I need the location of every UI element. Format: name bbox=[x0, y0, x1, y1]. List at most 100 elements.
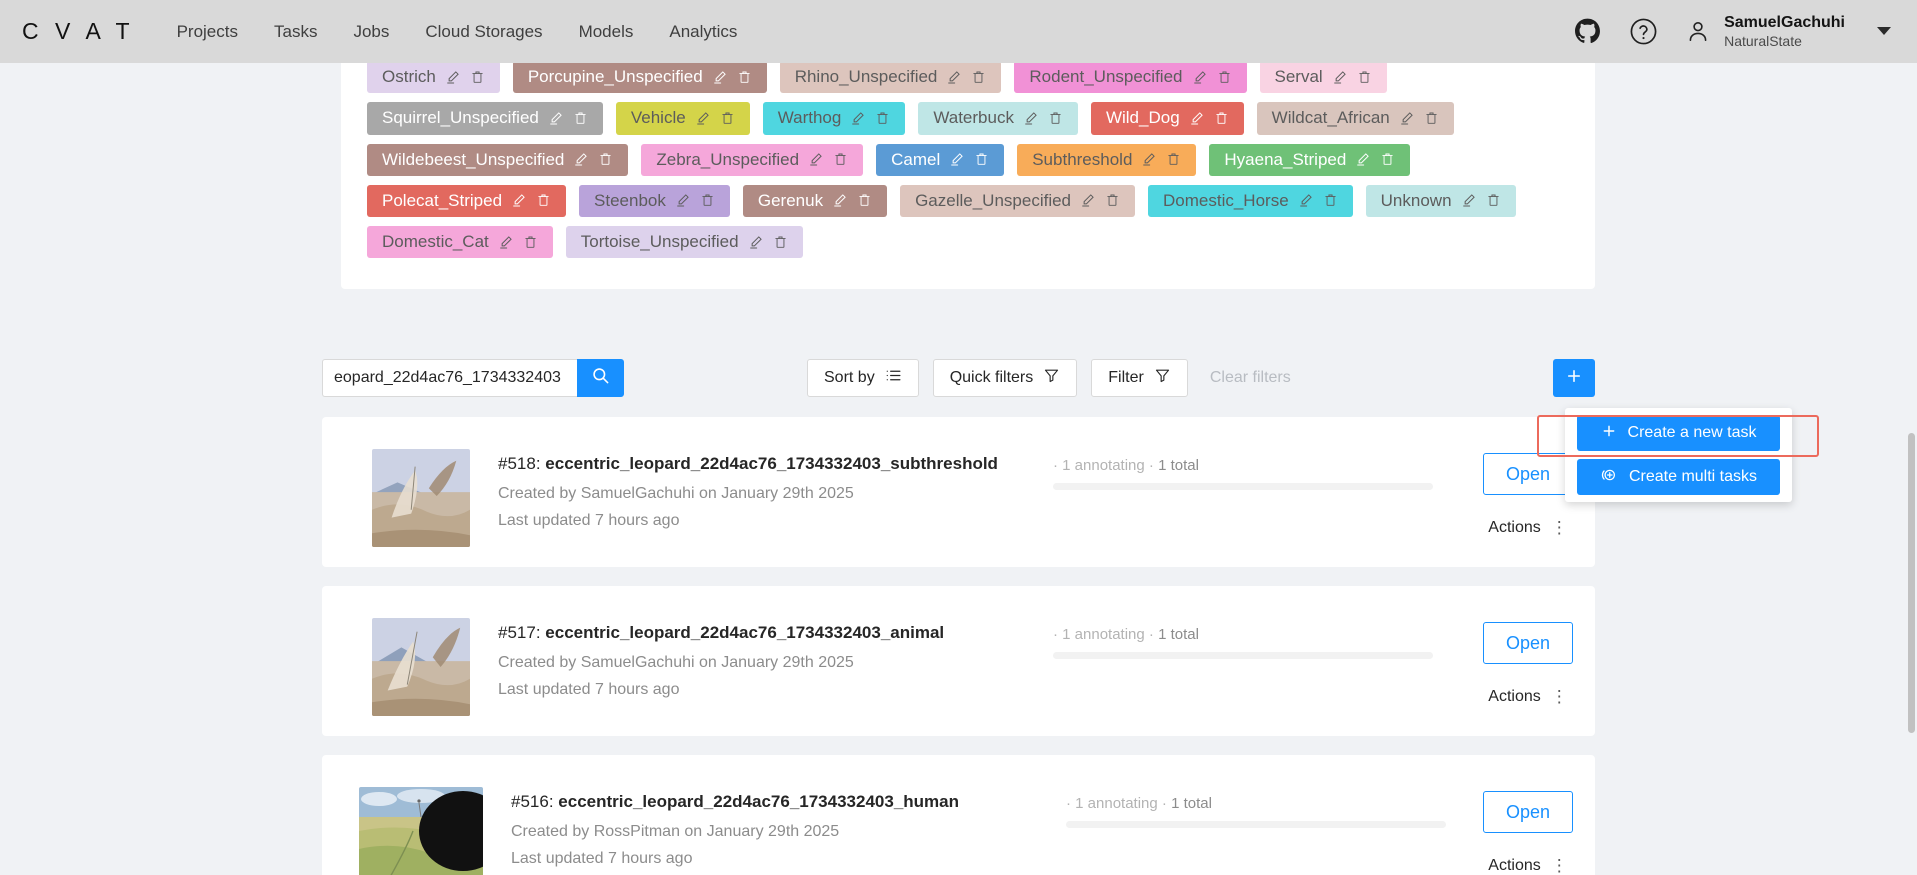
pencil-icon[interactable] bbox=[1298, 192, 1314, 208]
more-vertical-icon[interactable]: ⋮ bbox=[1551, 856, 1568, 875]
progress-bar bbox=[1053, 483, 1433, 490]
user-menu[interactable]: SamuelGachuhi NaturalState bbox=[1684, 14, 1845, 49]
sort-by-button[interactable]: Sort by bbox=[807, 359, 919, 397]
nav-item-tasks[interactable]: Tasks bbox=[274, 22, 317, 42]
trash-icon[interactable] bbox=[857, 192, 872, 208]
trash-icon[interactable] bbox=[598, 151, 613, 167]
task-job-stats: · 1 annotating · 1 total bbox=[1066, 795, 1446, 812]
pencil-icon[interactable] bbox=[1355, 151, 1371, 167]
label-tag-name: Wild_Dog bbox=[1105, 108, 1180, 128]
pencil-icon[interactable] bbox=[808, 151, 824, 167]
label-tag-actions bbox=[498, 234, 538, 250]
filter-label: Filter bbox=[1108, 369, 1144, 386]
trash-icon[interactable] bbox=[1380, 151, 1395, 167]
trash-icon[interactable] bbox=[875, 110, 890, 126]
trash-icon[interactable] bbox=[470, 69, 485, 85]
trash-icon[interactable] bbox=[833, 151, 848, 167]
task-thumbnail[interactable] bbox=[372, 618, 470, 716]
table-row[interactable]: #518: eccentric_leopard_22d4ac76_1734332… bbox=[322, 417, 1595, 567]
filter-button[interactable]: Filter bbox=[1091, 359, 1188, 397]
nav-item-analytics[interactable]: Analytics bbox=[669, 22, 737, 42]
pencil-icon[interactable] bbox=[949, 151, 965, 167]
trash-icon[interactable] bbox=[720, 110, 735, 126]
pencil-icon[interactable] bbox=[498, 234, 514, 250]
chevron-down-icon[interactable] bbox=[1877, 27, 1891, 36]
open-button[interactable]: Open bbox=[1483, 453, 1573, 495]
search-button[interactable] bbox=[577, 359, 624, 397]
task-title[interactable]: #516: eccentric_leopard_22d4ac76_1734332… bbox=[511, 792, 1031, 812]
quick-filters-button[interactable]: Quick filters bbox=[932, 359, 1078, 397]
github-icon[interactable] bbox=[1572, 16, 1602, 46]
label-tag-name: Tortoise_Unspecified bbox=[580, 232, 739, 251]
nav-item-models[interactable]: Models bbox=[579, 22, 634, 42]
create-task-dropdown-button[interactable] bbox=[1553, 359, 1595, 397]
menu-item-create-multi-tasks[interactable]: Create multi tasks bbox=[1577, 459, 1780, 495]
trash-icon[interactable] bbox=[1105, 192, 1120, 208]
pencil-icon[interactable] bbox=[1332, 69, 1348, 85]
open-button[interactable]: Open bbox=[1483, 791, 1573, 833]
trash-icon[interactable] bbox=[1424, 110, 1439, 126]
trash-icon[interactable] bbox=[974, 151, 989, 167]
trash-icon[interactable] bbox=[737, 69, 752, 85]
pencil-icon[interactable] bbox=[1189, 110, 1205, 126]
main-nav-links: Projects Tasks Jobs Cloud Storages Model… bbox=[177, 22, 738, 42]
search-input[interactable] bbox=[322, 359, 577, 397]
task-title[interactable]: #518: eccentric_leopard_22d4ac76_1734332… bbox=[498, 454, 1018, 474]
pencil-icon[interactable] bbox=[946, 69, 962, 85]
labels-panel: Ostrich Porcupine_Unspecified Rhino_Unspec… bbox=[341, 63, 1595, 290]
pencil-icon[interactable] bbox=[1023, 110, 1039, 126]
pencil-icon[interactable] bbox=[1080, 192, 1096, 208]
pencil-icon[interactable] bbox=[1461, 192, 1477, 208]
bullet-icon: · bbox=[1066, 795, 1071, 812]
label-tag-actions bbox=[675, 192, 715, 208]
pencil-icon[interactable] bbox=[675, 192, 691, 208]
trash-icon[interactable] bbox=[1323, 192, 1338, 208]
task-thumbnail[interactable] bbox=[372, 449, 470, 547]
table-row[interactable]: #517: eccentric_leopard_22d4ac76_1734332… bbox=[322, 586, 1595, 736]
trash-icon[interactable] bbox=[536, 192, 551, 208]
pencil-icon[interactable] bbox=[748, 234, 764, 250]
trash-icon[interactable] bbox=[1357, 69, 1372, 85]
table-row[interactable]: #516: eccentric_leopard_22d4ac76_1734332… bbox=[322, 755, 1595, 875]
pencil-icon[interactable] bbox=[445, 69, 461, 85]
trash-icon[interactable] bbox=[773, 234, 788, 250]
label-tag-porcupine_unspecified: Porcupine_Unspecified bbox=[512, 63, 767, 94]
pencil-icon[interactable] bbox=[850, 110, 866, 126]
actions-menu[interactable]: Actions ⋮ bbox=[1488, 687, 1567, 707]
question-circle-icon[interactable] bbox=[1628, 16, 1658, 46]
trash-icon[interactable] bbox=[700, 192, 715, 208]
task-title[interactable]: #517: eccentric_leopard_22d4ac76_1734332… bbox=[498, 623, 1018, 643]
trash-icon[interactable] bbox=[1166, 151, 1181, 167]
stat-annotating: 1 annotating bbox=[1075, 795, 1158, 812]
pencil-icon[interactable] bbox=[573, 151, 589, 167]
cvat-logo[interactable]: C V A T bbox=[22, 18, 135, 45]
pencil-icon[interactable] bbox=[832, 192, 848, 208]
actions-menu[interactable]: Actions ⋮ bbox=[1488, 856, 1567, 875]
trash-icon[interactable] bbox=[573, 110, 588, 126]
trash-icon[interactable] bbox=[523, 234, 538, 250]
more-vertical-icon[interactable]: ⋮ bbox=[1551, 687, 1568, 707]
actions-menu[interactable]: Actions ⋮ bbox=[1488, 518, 1567, 538]
trash-icon[interactable] bbox=[1486, 192, 1501, 208]
pencil-icon[interactable] bbox=[548, 110, 564, 126]
task-thumbnail[interactable] bbox=[359, 787, 483, 875]
open-button[interactable]: Open bbox=[1483, 622, 1573, 664]
pencil-icon[interactable] bbox=[1192, 69, 1208, 85]
menu-item-create-a-new-task[interactable]: Create a new task bbox=[1577, 415, 1780, 451]
trash-icon[interactable] bbox=[1217, 69, 1232, 85]
pencil-icon[interactable] bbox=[1141, 151, 1157, 167]
vertical-scrollbar[interactable] bbox=[1908, 433, 1915, 733]
more-vertical-icon[interactable]: ⋮ bbox=[1551, 518, 1568, 538]
nav-item-jobs[interactable]: Jobs bbox=[353, 22, 389, 42]
clear-filters-button[interactable]: Clear filters bbox=[1210, 369, 1291, 387]
pencil-icon[interactable] bbox=[511, 192, 527, 208]
trash-icon[interactable] bbox=[1048, 110, 1063, 126]
pencil-icon[interactable] bbox=[695, 110, 711, 126]
trash-icon[interactable] bbox=[971, 69, 986, 85]
label-tag-name: Serval bbox=[1274, 67, 1323, 86]
pencil-icon[interactable] bbox=[1399, 110, 1415, 126]
pencil-icon[interactable] bbox=[712, 69, 728, 85]
nav-item-cloud-storages[interactable]: Cloud Storages bbox=[425, 22, 542, 42]
trash-icon[interactable] bbox=[1214, 110, 1229, 126]
nav-item-projects[interactable]: Projects bbox=[177, 22, 238, 42]
